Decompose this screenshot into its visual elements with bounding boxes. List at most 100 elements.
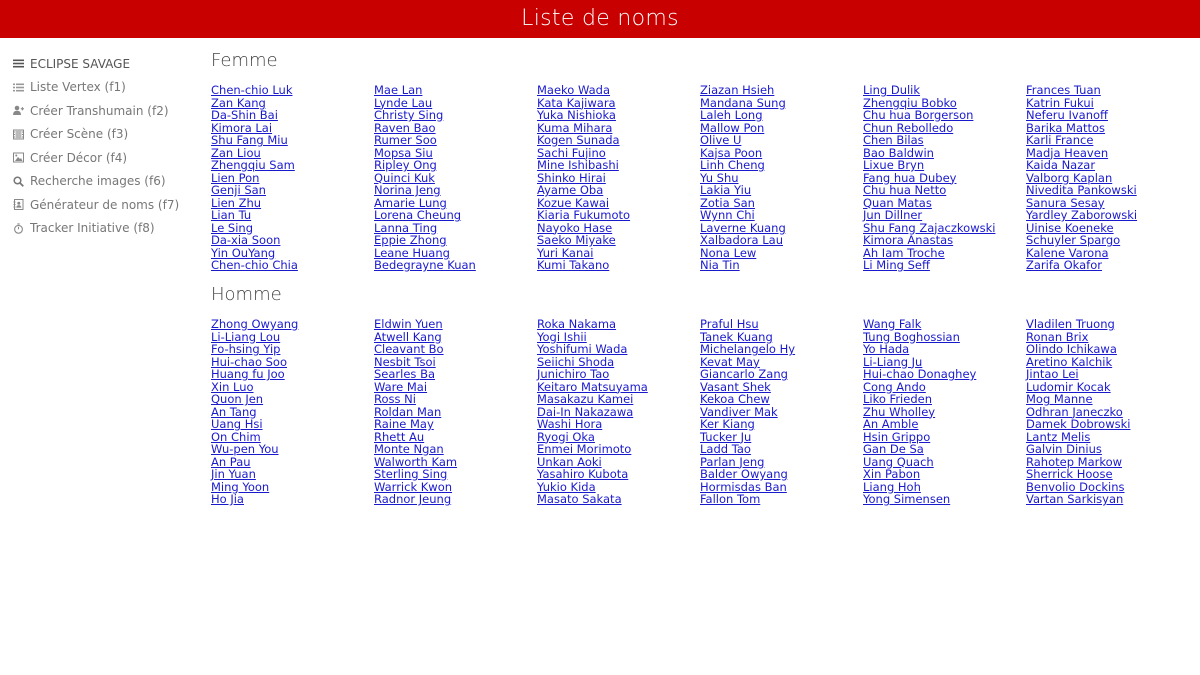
- name-link[interactable]: Lian Tu: [211, 209, 374, 222]
- name-link[interactable]: Eldwin Yuen: [374, 318, 537, 331]
- name-link[interactable]: Enmei Morimoto: [537, 443, 700, 456]
- name-link[interactable]: Kimora Anastas: [863, 234, 1026, 247]
- name-link[interactable]: Xin Pabon: [863, 468, 1026, 481]
- name-link[interactable]: Maeko Wada: [537, 84, 700, 97]
- name-link[interactable]: Ayame Oba: [537, 184, 700, 197]
- sidebar-item-recherche-images[interactable]: Recherche images (f6): [0, 170, 200, 194]
- name-link[interactable]: Hui-chao Donaghey: [863, 368, 1026, 381]
- name-link[interactable]: Saeko Miyake: [537, 234, 700, 247]
- name-link[interactable]: Balder Owyang: [700, 468, 863, 481]
- name-link[interactable]: Masato Sakata: [537, 493, 700, 506]
- name-link[interactable]: Ripley Ong: [374, 159, 537, 172]
- name-link[interactable]: Vladilen Truong: [1026, 318, 1189, 331]
- name-link[interactable]: Yoshifumi Wada: [537, 343, 700, 356]
- name-link[interactable]: Gan De Sa: [863, 443, 1026, 456]
- name-link[interactable]: Christy Sing: [374, 109, 537, 122]
- name-link[interactable]: Yardley Zaborowski: [1026, 209, 1189, 222]
- name-link[interactable]: Kogen Sunada: [537, 134, 700, 147]
- name-link[interactable]: Wynn Chi: [700, 209, 863, 222]
- name-link[interactable]: Lakia Yiu: [700, 184, 863, 197]
- name-link[interactable]: Chu hua Borgerson: [863, 109, 1026, 122]
- name-link[interactable]: Jun Dillner: [863, 209, 1026, 222]
- name-link[interactable]: Radnor Jeung: [374, 493, 537, 506]
- name-link[interactable]: Ker Kiang: [700, 418, 863, 431]
- name-link[interactable]: Lixue Bryn: [863, 159, 1026, 172]
- name-link[interactable]: Chu hua Netto: [863, 184, 1026, 197]
- name-link[interactable]: Ladd Tao: [700, 443, 863, 456]
- name-link[interactable]: Uang Hsi: [211, 418, 374, 431]
- name-link[interactable]: Michelangelo Hy: [700, 343, 863, 356]
- name-link[interactable]: Olive U: [700, 134, 863, 147]
- name-link[interactable]: Neferu Ivanoff: [1026, 109, 1189, 122]
- name-link[interactable]: Huang fu Joo: [211, 368, 374, 381]
- name-link[interactable]: Eppie Zhong: [374, 234, 537, 247]
- name-link[interactable]: Jin Yuan: [211, 468, 374, 481]
- sidebar-brand[interactable]: ECLIPSE SAVAGE: [0, 52, 200, 76]
- name-link[interactable]: Zhong Owyang: [211, 318, 374, 331]
- name-link[interactable]: Yuka Nishioka: [537, 109, 700, 122]
- name-link[interactable]: Nivedita Pankowski: [1026, 184, 1189, 197]
- name-link[interactable]: Raine May: [374, 418, 537, 431]
- name-link[interactable]: Chen-chio Luk: [211, 84, 374, 97]
- name-link[interactable]: Li Ming Seff: [863, 259, 1026, 272]
- name-link[interactable]: Linh Cheng: [700, 159, 863, 172]
- name-link[interactable]: Karli France: [1026, 134, 1189, 147]
- name-link[interactable]: Quon Jen: [211, 393, 374, 406]
- name-link[interactable]: Chen Bilas: [863, 134, 1026, 147]
- name-link[interactable]: Galvin Dinius: [1026, 443, 1189, 456]
- name-link[interactable]: Praful Hsu: [700, 318, 863, 331]
- sidebar-item-liste-vertex[interactable]: Liste Vertex (f1): [0, 76, 200, 100]
- name-link[interactable]: Yasahiro Kubota: [537, 468, 700, 481]
- name-link[interactable]: Yo Hada: [863, 343, 1026, 356]
- name-link[interactable]: Kumi Takano: [537, 259, 700, 272]
- name-link[interactable]: Kiaria Fukumoto: [537, 209, 700, 222]
- sidebar-item-generateur-noms[interactable]: Générateur de noms (f7): [0, 193, 200, 217]
- name-link[interactable]: Sherrick Hoose: [1026, 468, 1189, 481]
- name-link[interactable]: Monte Ngan: [374, 443, 537, 456]
- name-link[interactable]: Rumer Soo: [374, 134, 537, 147]
- name-link[interactable]: Fallon Tom: [700, 493, 863, 506]
- name-link[interactable]: Giancarlo Zang: [700, 368, 863, 381]
- name-link[interactable]: Da-Shin Bai: [211, 109, 374, 122]
- name-link[interactable]: Damek Dobrowski: [1026, 418, 1189, 431]
- name-link[interactable]: Searles Ba: [374, 368, 537, 381]
- name-link[interactable]: Mog Manne: [1026, 393, 1189, 406]
- name-link[interactable]: Yong Simensen: [863, 493, 1026, 506]
- name-link[interactable]: Laleh Long: [700, 109, 863, 122]
- name-link[interactable]: Bedegrayne Kuan: [374, 259, 537, 272]
- name-link[interactable]: Masakazu Kamei: [537, 393, 700, 406]
- name-link[interactable]: Zhengqiu Sam: [211, 159, 374, 172]
- name-link[interactable]: Zarifa Okafor: [1026, 259, 1189, 272]
- name-link[interactable]: Da-xia Soon: [211, 234, 374, 247]
- name-link[interactable]: Shu Fang Miu: [211, 134, 374, 147]
- name-link[interactable]: Ling Dulik: [863, 84, 1026, 97]
- name-link[interactable]: Norina Jeng: [374, 184, 537, 197]
- name-link[interactable]: Kaida Nazar: [1026, 159, 1189, 172]
- name-link[interactable]: Wu-pen You: [211, 443, 374, 456]
- sidebar-item-creer-decor[interactable]: Créer Décor (f4): [0, 146, 200, 170]
- name-link[interactable]: Fo-hsing Yip: [211, 343, 374, 356]
- name-link[interactable]: Genji San: [211, 184, 374, 197]
- sidebar-item-creer-transhumain[interactable]: Créer Transhumain (f2): [0, 99, 200, 123]
- name-link[interactable]: Mine Ishibashi: [537, 159, 700, 172]
- name-link[interactable]: Xalbadora Lau: [700, 234, 863, 247]
- name-link[interactable]: Ziazan Hsieh: [700, 84, 863, 97]
- name-link[interactable]: Wang Falk: [863, 318, 1026, 331]
- sidebar-item-tracker-initiative[interactable]: Tracker Initiative (f8): [0, 217, 200, 241]
- sidebar-item-creer-scene[interactable]: Créer Scène (f3): [0, 123, 200, 147]
- name-link[interactable]: Roka Nakama: [537, 318, 700, 331]
- name-link[interactable]: Chen-chio Chia: [211, 259, 374, 272]
- name-link[interactable]: Lorena Cheung: [374, 209, 537, 222]
- name-link[interactable]: Kekoa Chew: [700, 393, 863, 406]
- name-link[interactable]: Nia Tin: [700, 259, 863, 272]
- name-link[interactable]: Olindo Ichikawa: [1026, 343, 1189, 356]
- name-link[interactable]: Cleavant Bo: [374, 343, 537, 356]
- name-link[interactable]: Sterling Sing: [374, 468, 537, 481]
- name-link[interactable]: Frances Tuan: [1026, 84, 1189, 97]
- name-link[interactable]: Ross Ni: [374, 393, 537, 406]
- name-link[interactable]: Schuyler Spargo: [1026, 234, 1189, 247]
- name-link[interactable]: Junichiro Tao: [537, 368, 700, 381]
- name-link[interactable]: Washi Hora: [537, 418, 700, 431]
- name-link[interactable]: Ho Jia: [211, 493, 374, 506]
- name-link[interactable]: Mae Lan: [374, 84, 537, 97]
